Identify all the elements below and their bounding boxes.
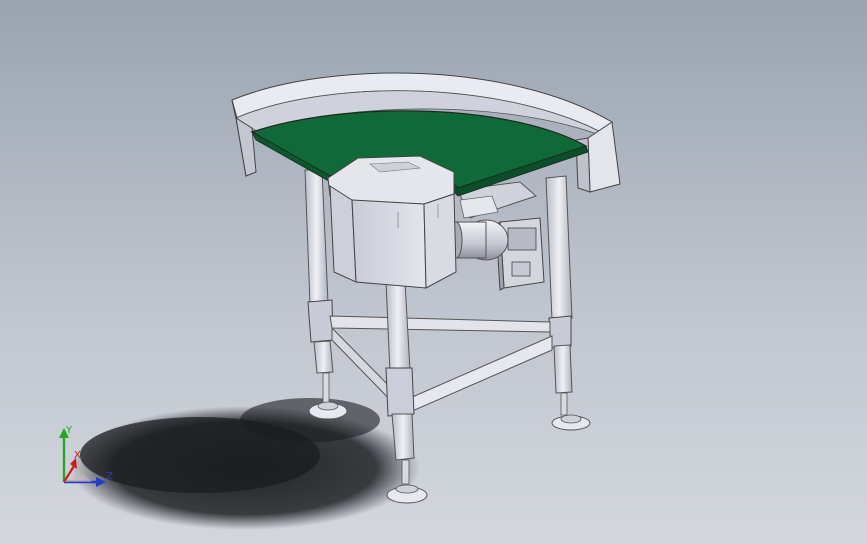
z-axis-label: Z	[106, 471, 113, 482]
cad-viewport[interactable]: Y X Z	[0, 0, 867, 544]
x-axis-label: X	[74, 450, 81, 461]
gear-motor[interactable]	[449, 217, 545, 291]
center-hub-housing[interactable]	[327, 155, 457, 289]
support-leg-right[interactable]	[545, 175, 591, 431]
cross-braces	[329, 315, 553, 413]
y-axis-label: Y	[65, 425, 73, 436]
ground-shadow	[70, 398, 420, 530]
